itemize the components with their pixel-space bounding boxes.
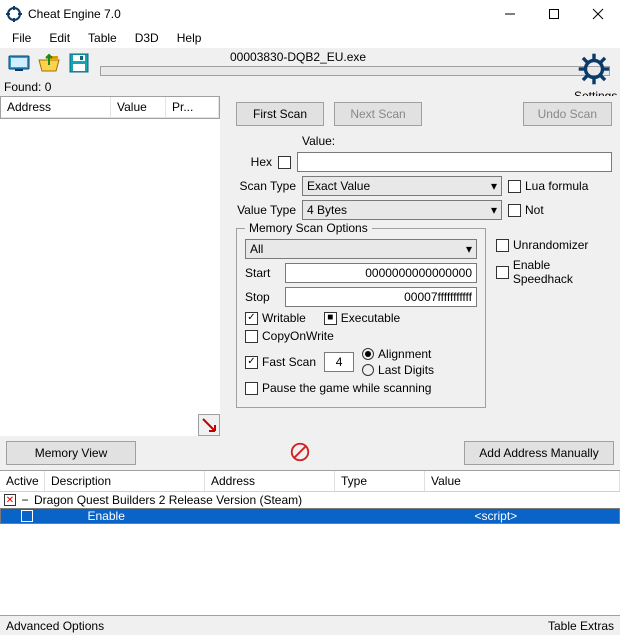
lua-formula-checkbox[interactable]: Lua formula	[508, 179, 588, 193]
menu-edit[interactable]: Edit	[41, 29, 78, 47]
speedhack-checkbox[interactable]: Enable Speedhack	[496, 258, 612, 286]
pause-checkbox[interactable]: Pause the game while scanning	[245, 381, 431, 395]
col-value[interactable]: Value	[111, 97, 166, 117]
row-description: Dragon Quest Builders 2 Release Version …	[34, 493, 302, 507]
statusbar: Advanced Options Table Extras	[0, 615, 620, 635]
th-description[interactable]: Description	[45, 471, 205, 491]
th-type[interactable]: Type	[335, 471, 425, 491]
value-type-select[interactable]: 4 Bytes▾	[302, 200, 502, 220]
expand-icon[interactable]: −	[20, 493, 30, 507]
first-scan-button[interactable]: First Scan	[236, 102, 324, 126]
titlebar: Cheat Engine 7.0	[0, 0, 620, 28]
fastscan-value[interactable]	[324, 352, 354, 372]
start-input[interactable]	[285, 263, 477, 283]
table-row[interactable]: Enable <script>	[0, 508, 620, 524]
th-address[interactable]: Address	[205, 471, 335, 491]
toolbar: 00003830-DQB2_EU.exe	[0, 48, 620, 78]
save-button[interactable]	[66, 50, 92, 76]
menu-d3d[interactable]: D3D	[127, 29, 167, 47]
add-to-addresslist-button[interactable]	[198, 414, 220, 436]
hex-checkbox[interactable]	[278, 156, 291, 169]
active-checkbox[interactable]: ✕	[4, 494, 16, 506]
stop-label: Stop	[245, 290, 279, 304]
row-description: Enable	[84, 509, 244, 523]
scan-type-label: Scan Type	[236, 179, 296, 193]
scan-type-select[interactable]: Exact Value▾	[302, 176, 502, 196]
open-process-button[interactable]	[6, 50, 32, 76]
maximize-button[interactable]	[532, 0, 576, 28]
menubar: File Edit Table D3D Help	[0, 28, 620, 48]
stop-input[interactable]	[285, 287, 477, 307]
open-file-button[interactable]	[36, 50, 62, 76]
writable-checkbox[interactable]: ✓Writable	[245, 311, 306, 325]
hex-label: Hex	[236, 155, 272, 169]
value-input[interactable]	[297, 152, 612, 172]
alignment-radio[interactable]: Alignment	[362, 347, 434, 361]
not-checkbox[interactable]: Not	[508, 203, 544, 217]
copyonwrite-checkbox[interactable]: CopyOnWrite	[245, 329, 334, 343]
th-active[interactable]: Active	[0, 471, 45, 491]
lastdigits-radio[interactable]: Last Digits	[362, 363, 434, 377]
executable-checkbox[interactable]: ■Executable	[324, 311, 400, 325]
active-checkbox[interactable]	[21, 510, 33, 522]
window-title: Cheat Engine 7.0	[28, 7, 488, 21]
chevron-down-icon: ▾	[491, 179, 497, 193]
col-address[interactable]: Address	[1, 97, 111, 117]
chevron-down-icon: ▾	[466, 242, 472, 256]
found-count: Found: 0	[0, 78, 620, 96]
address-list[interactable]: Active Description Address Type Value ✕ …	[0, 470, 620, 620]
mem-region-select[interactable]: All▾	[245, 239, 477, 259]
chevron-down-icon: ▾	[491, 203, 497, 217]
th-value[interactable]: Value	[425, 471, 620, 491]
unrandomizer-checkbox[interactable]: Unrandomizer	[496, 238, 612, 252]
advanced-options-button[interactable]: Advanced Options	[6, 619, 104, 633]
table-extras-button[interactable]: Table Extras	[548, 619, 614, 633]
fastscan-checkbox[interactable]: ✓Fast Scan	[245, 355, 316, 369]
next-scan-button[interactable]: Next Scan	[334, 102, 422, 126]
menu-file[interactable]: File	[4, 29, 39, 47]
row-type: <script>	[475, 509, 565, 523]
close-button[interactable]	[576, 0, 620, 28]
results-list[interactable]: Address Value Pr...	[0, 96, 220, 119]
mem-options-legend: Memory Scan Options	[245, 221, 372, 235]
menu-help[interactable]: Help	[169, 29, 210, 47]
memory-view-button[interactable]: Memory View	[6, 441, 136, 465]
table-row[interactable]: ✕ − Dragon Quest Builders 2 Release Vers…	[0, 492, 620, 508]
progress-bar	[100, 66, 610, 76]
value-type-label: Value Type	[236, 203, 296, 217]
value-label: Value:	[302, 134, 612, 148]
add-address-manually-button[interactable]: Add Address Manually	[464, 441, 614, 465]
undo-scan-button[interactable]: Undo Scan	[523, 102, 612, 126]
no-sign-icon[interactable]	[289, 441, 311, 466]
start-label: Start	[245, 266, 279, 280]
app-icon	[6, 6, 22, 22]
menu-table[interactable]: Table	[80, 29, 125, 47]
process-name: 00003830-DQB2_EU.exe	[230, 50, 366, 64]
col-previous[interactable]: Pr...	[166, 97, 219, 117]
minimize-button[interactable]	[488, 0, 532, 28]
